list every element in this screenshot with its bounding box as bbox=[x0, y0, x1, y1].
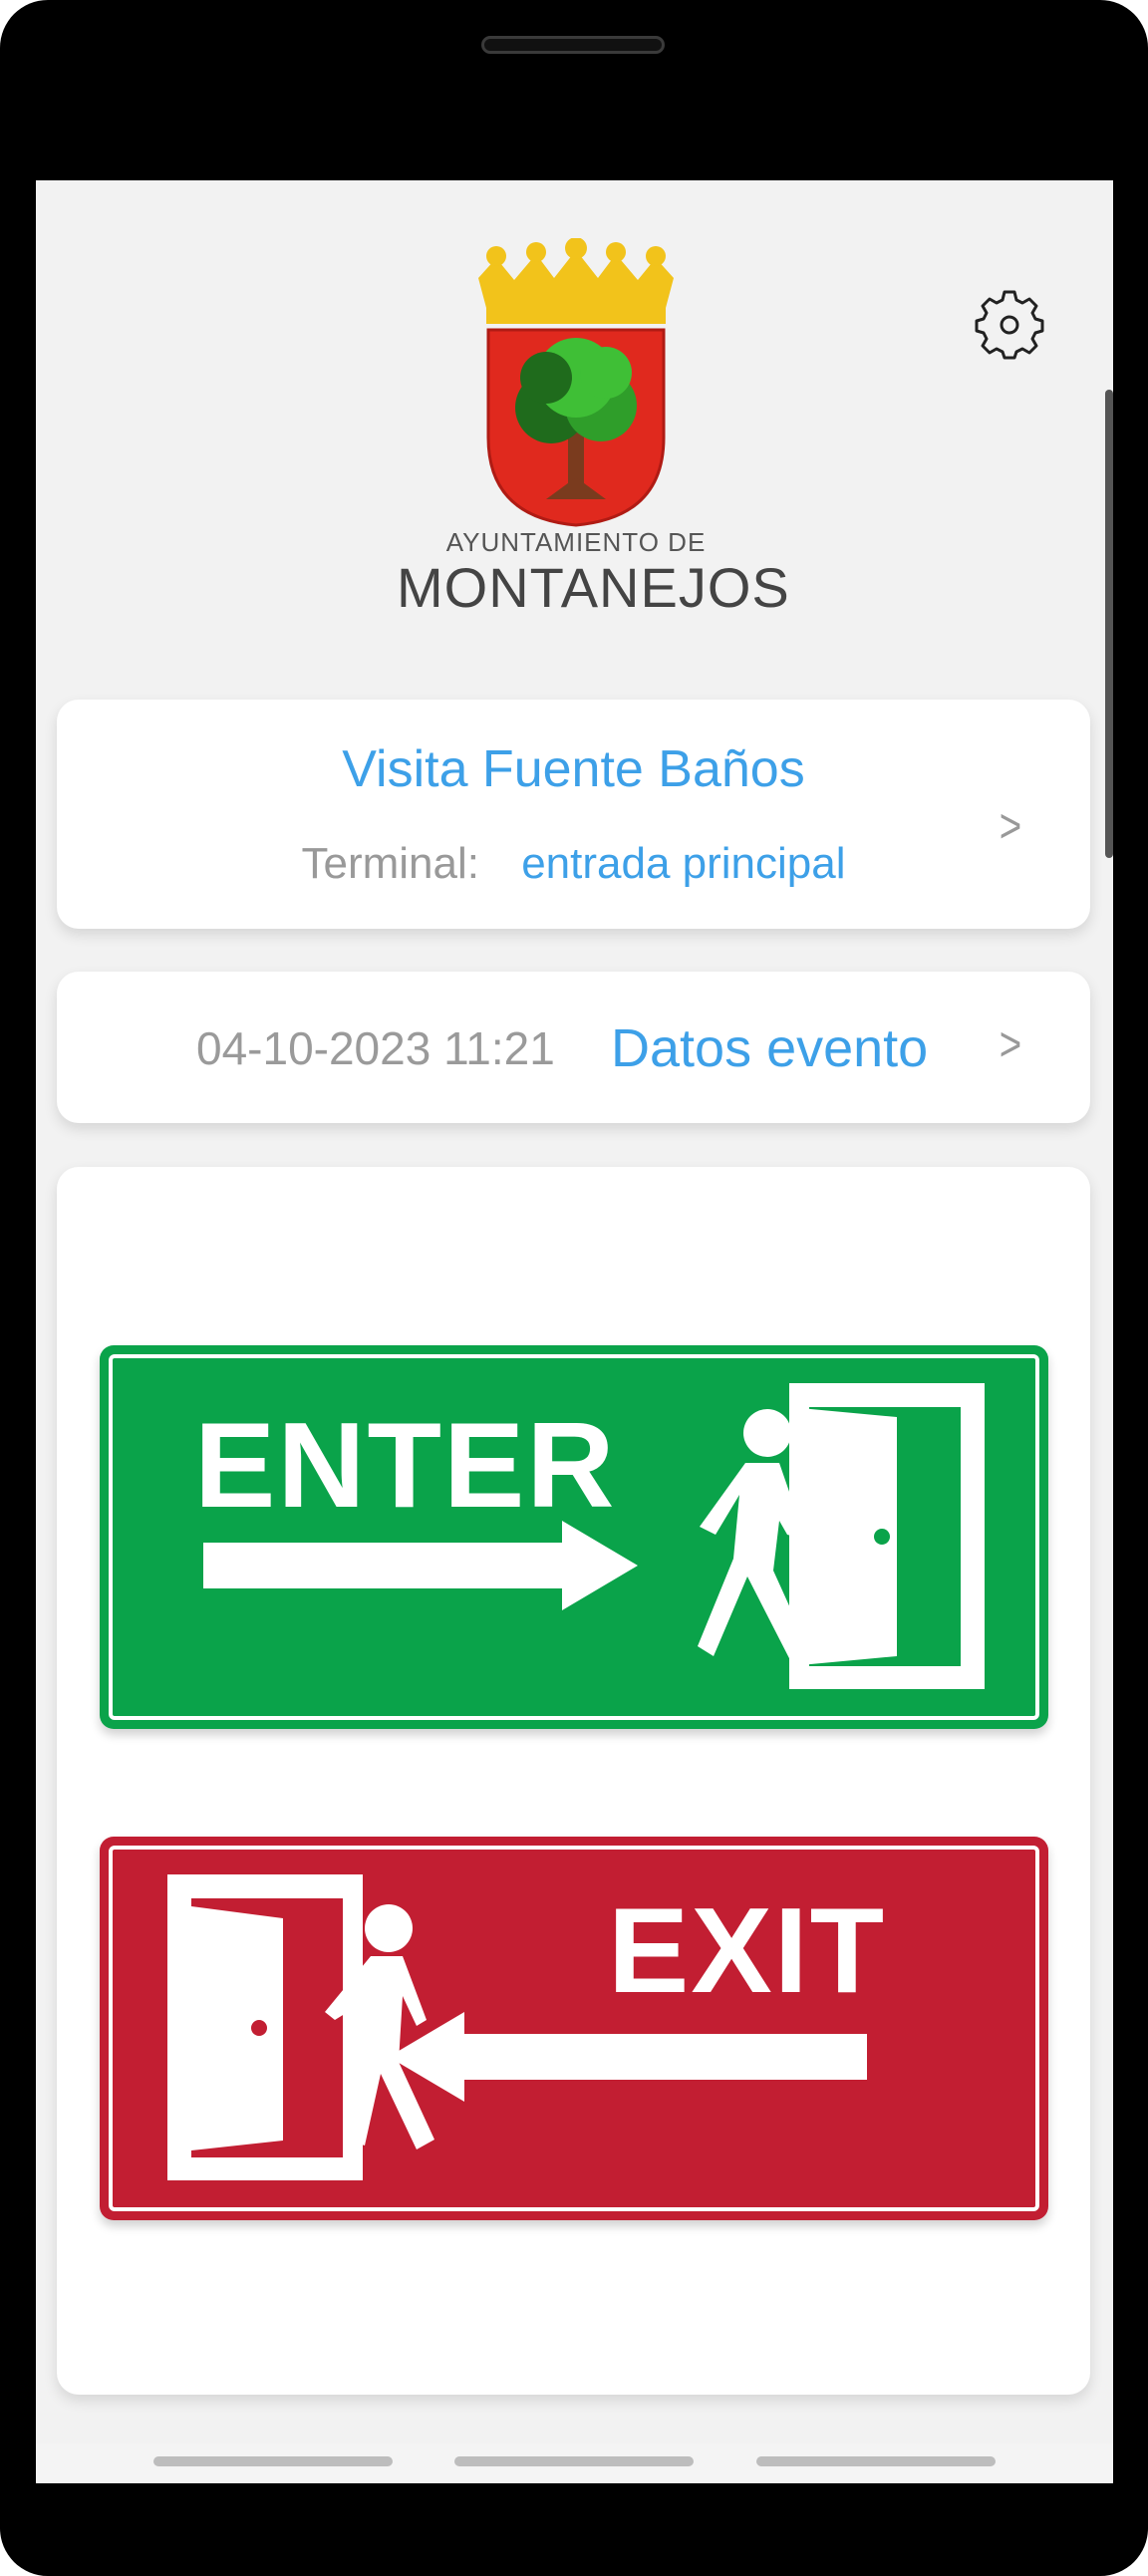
chevron-right-icon: > bbox=[999, 1018, 1022, 1071]
event-data-link[interactable]: Datos evento bbox=[611, 1017, 928, 1079]
nav-indicator[interactable] bbox=[454, 2456, 694, 2466]
event-datetime: 04-10-2023 11:21 bbox=[196, 1022, 555, 1074]
scrollbar[interactable] bbox=[1105, 390, 1113, 858]
event-title: Visita Fuente Baños bbox=[342, 740, 805, 798]
logo-subtitle: AYUNTAMIENTO DE bbox=[445, 527, 707, 557]
event-data-card[interactable]: 04-10-2023 11:21 Datos evento > bbox=[57, 972, 1090, 1123]
logo-town-name: MONTANEJOS bbox=[397, 556, 790, 619]
app-screen: AYUNTAMIENTO DE MONTANEJOS Visita Fuente… bbox=[36, 180, 1113, 2483]
exit-sign-graphic bbox=[167, 1874, 867, 2180]
coat-of-arms-icon bbox=[478, 237, 674, 527]
terminal-label: Terminal: bbox=[301, 839, 479, 888]
nav-indicator[interactable] bbox=[756, 2456, 996, 2466]
settings-button[interactable] bbox=[975, 290, 1044, 360]
nav-indicator[interactable] bbox=[153, 2456, 393, 2466]
gear-icon bbox=[975, 290, 1044, 360]
speaker-grille bbox=[481, 36, 665, 54]
terminal-row: Terminal: entrada principal bbox=[57, 839, 1090, 889]
terminal-value: entrada principal bbox=[521, 839, 846, 888]
exit-button[interactable]: EXIT bbox=[100, 1837, 1048, 2220]
chevron-right-icon: > bbox=[999, 800, 1022, 853]
system-nav-bar bbox=[36, 2443, 1113, 2483]
event-card[interactable]: Visita Fuente Baños Terminal: entrada pr… bbox=[57, 700, 1090, 929]
town-logo: AYUNTAMIENTO DE MONTANEJOS bbox=[397, 237, 790, 619]
enter-button[interactable]: ENTER bbox=[100, 1345, 1048, 1729]
access-panel: ENTER EXIT bbox=[57, 1167, 1090, 2395]
phone-frame: AYUNTAMIENTO DE MONTANEJOS Visita Fuente… bbox=[0, 0, 1148, 2576]
enter-sign-graphic bbox=[203, 1383, 985, 1689]
